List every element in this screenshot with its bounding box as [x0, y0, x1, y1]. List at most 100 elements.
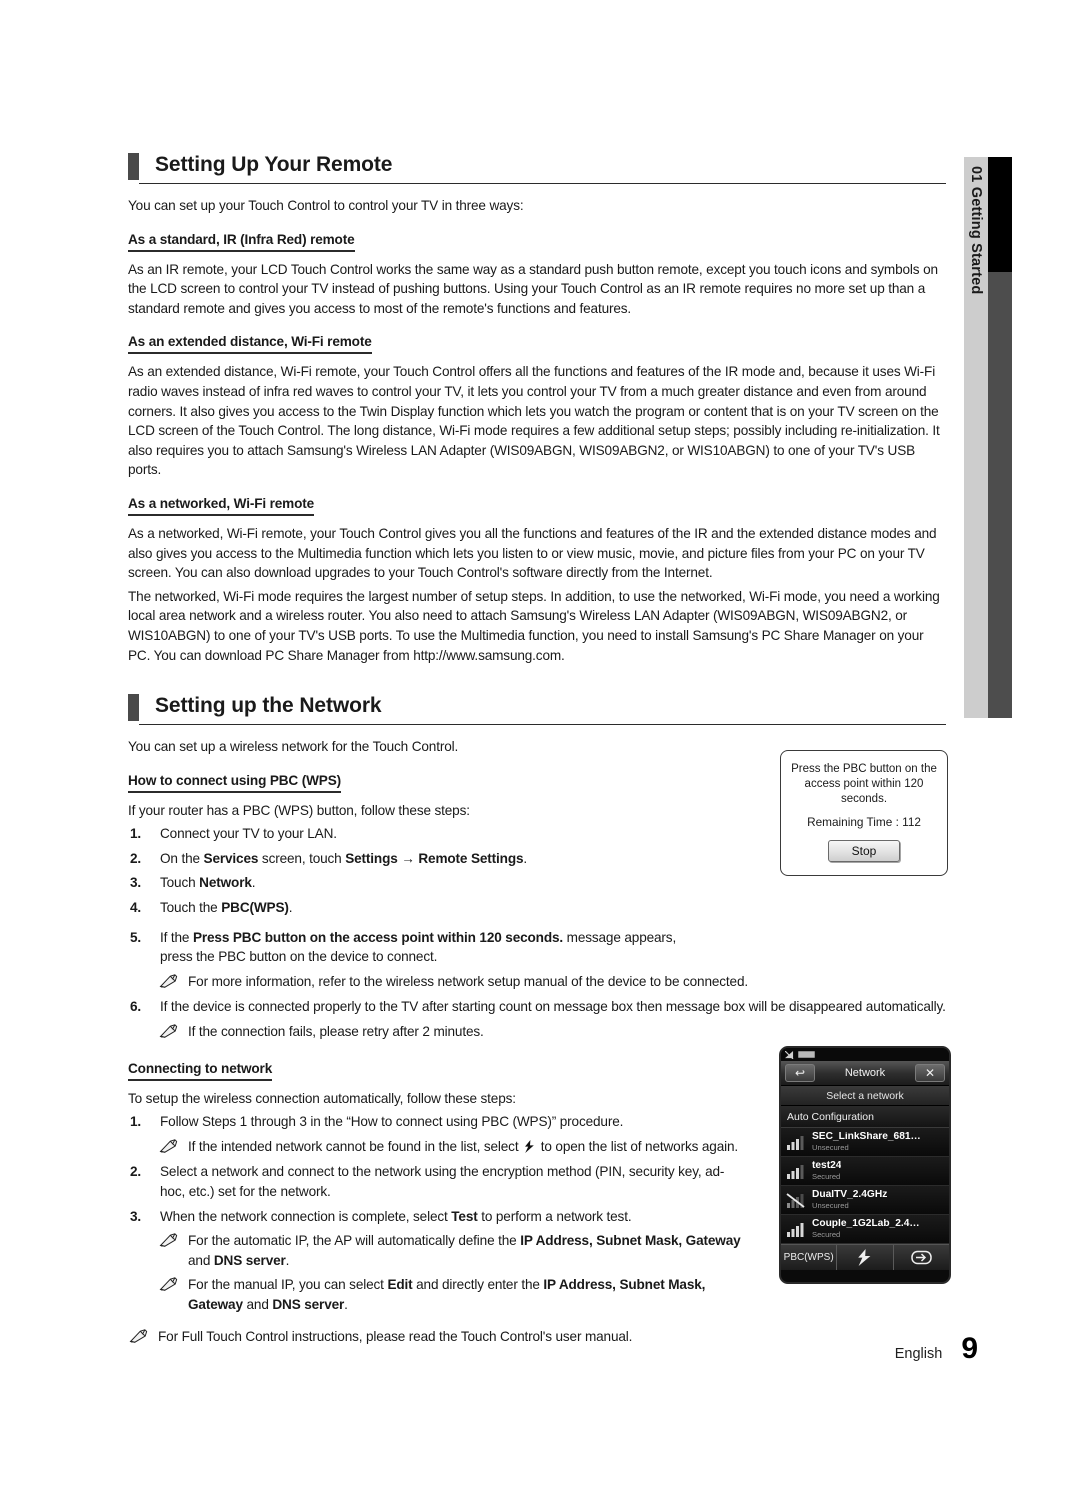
list-item: 1. Connect your TV to your LAN. [128, 824, 748, 844]
section-title-network: Setting up the Network [155, 694, 382, 718]
list-item[interactable]: test24 Secured [781, 1157, 949, 1186]
refresh-bolt-icon [525, 1139, 534, 1153]
heading-rule [139, 723, 946, 726]
subheading-ir: As a standard, IR (Infra Red) remote [128, 231, 355, 252]
step-number: 6. [130, 999, 142, 1015]
pencil-icon [159, 974, 178, 988]
subheading-extended-wrap: As an extended distance, Wi-Fi remote [128, 333, 946, 355]
paragraph-ir: As an IR remote, your LCD Touch Control … [128, 261, 938, 316]
signal-bars-icon [787, 1164, 804, 1179]
close-button[interactable]: ✕ [915, 1064, 945, 1082]
list-item: 3. When the network connection is comple… [128, 1207, 748, 1227]
network-info: Couple_1G2Lab_2.4… Secured [812, 1219, 920, 1239]
heading-marker [128, 694, 139, 722]
subheading-networked: As a networked, Wi-Fi remote [128, 495, 314, 516]
list-item: 2. Select a network and connect to the n… [128, 1162, 748, 1201]
step-number: 2. [130, 850, 142, 866]
auto-configuration-item[interactable]: Auto Configuration [781, 1106, 949, 1128]
network-info: test24 Secured [812, 1161, 841, 1181]
pbc-dialog-remaining-time: Remaining Time : 112 [807, 815, 921, 829]
device-title-bar: ↩ Network ✕ [781, 1061, 949, 1086]
note-pbc-retry: If the connection fails, please retry af… [158, 1022, 946, 1042]
note-text-a: If the intended network cannot be found … [188, 1138, 519, 1154]
note-text: If the connection fails, please retry af… [188, 1024, 484, 1040]
pencil-icon [159, 1277, 178, 1292]
manual-page: 01 Getting Started Setting Up Your Remot… [0, 0, 1080, 1494]
subheading-connecting: Connecting to network [128, 1060, 272, 1081]
step-text: When the network connection is complete,… [160, 1208, 632, 1224]
network-name: Couple_1G2Lab_2.4… [812, 1219, 920, 1230]
note-text: For more information, refer to the wirel… [188, 973, 749, 989]
section-heading-remote: Setting Up Your Remote [128, 150, 946, 188]
step-text: If the device is connected properly to t… [160, 999, 946, 1015]
network-info: DualTV_2.4GHz Unsecured [812, 1190, 887, 1210]
list-item[interactable]: SEC_LinkShare_681… Unsecured [781, 1128, 949, 1157]
refresh-bolt-icon [858, 1249, 871, 1266]
network-info: SEC_LinkShare_681… Unsecured [812, 1132, 921, 1152]
device-status-bar [781, 1048, 949, 1061]
network-list: SEC_LinkShare_681… Unsecured test24 Secu… [781, 1128, 949, 1244]
pencil-icon [159, 1139, 178, 1153]
note-text-b: to open the list of networks again. [540, 1138, 739, 1154]
list-item: 4. Touch the PBC(WPS). [128, 898, 748, 918]
list-item: 6. If the device is connected properly t… [128, 997, 946, 1017]
side-tab-current-chapter-marker [988, 157, 1012, 272]
subheading-extended: As an extended distance, Wi-Fi remote [128, 333, 372, 355]
step-text: Select a network and connect to the netw… [160, 1164, 725, 1199]
pencil-icon [129, 1328, 148, 1343]
note-manual-ip: For the manual IP, you can select Edit a… [158, 1275, 758, 1314]
heading-marker [128, 153, 139, 180]
list-item[interactable]: Couple_1G2Lab_2.4… Secured [781, 1215, 949, 1244]
side-tab-text: 01 Getting Started [964, 157, 988, 718]
footer-page-number: 9 [961, 1332, 978, 1365]
back-button[interactable]: ↩ [785, 1064, 815, 1082]
step-text: If the Press PBC button on the access po… [160, 929, 677, 965]
side-tab-label: 01 Getting Started [968, 166, 984, 295]
pencil-icon [159, 1233, 178, 1247]
step-number: 3. [130, 875, 142, 891]
chapter-side-tab: 01 Getting Started [964, 157, 1012, 718]
signal-bars-icon [787, 1222, 804, 1237]
step-text: Connect your TV to your LAN. [160, 826, 337, 842]
step-number: 1. [130, 1114, 142, 1130]
pbc-lead: If your router has a PBC (WPS) button, f… [128, 802, 470, 818]
step-number: 5. [130, 929, 142, 945]
step-text: Touch the PBC(WPS). [160, 900, 293, 916]
pbc-message-dialog: Press the PBC button on the access point… [780, 750, 948, 876]
step-text: Follow Steps 1 through 3 in the “How to … [160, 1114, 624, 1130]
list-item: 2. On the Services screen, touch Setting… [128, 849, 748, 869]
step-number: 2. [130, 1164, 142, 1180]
stop-button[interactable]: Stop [828, 840, 900, 862]
step-number: 3. [130, 1208, 142, 1224]
battery-icon [798, 1051, 815, 1058]
subheading-ir-wrap: As a standard, IR (Infra Red) remote [128, 231, 946, 252]
pbc-dialog-message: Press the PBC button on the access point… [791, 763, 937, 805]
note-text: For the manual IP, you can select Edit a… [188, 1277, 706, 1312]
pbc-wps-button[interactable]: PBC(WPS) [781, 1245, 836, 1270]
list-item[interactable]: DualTV_2.4GHz Unsecured [781, 1186, 949, 1215]
signal-bars-crossed-icon [786, 1192, 805, 1208]
network-security: Secured [812, 1229, 841, 1239]
device-subtitle: Select a network [781, 1086, 949, 1106]
note-text: For the automatic IP, the AP will automa… [188, 1233, 741, 1268]
paragraph-networked-1: As a networked, Wi-Fi remote, your Touch… [128, 525, 937, 581]
enter-button[interactable] [892, 1245, 949, 1270]
network-security: Unsecured [812, 1200, 849, 1210]
note-automatic-ip: For the automatic IP, the AP will automa… [158, 1231, 758, 1270]
step-number: 4. [130, 900, 142, 916]
subheading-pbc: How to connect using PBC (WPS) [128, 772, 341, 793]
paragraph-extended: As an extended distance, Wi-Fi remote, y… [128, 364, 940, 478]
list-item: 1. Follow Steps 1 through 3 in the “How … [128, 1112, 748, 1132]
refresh-networks-button[interactable] [836, 1245, 892, 1270]
section-heading-network: Setting up the Network [128, 691, 946, 729]
network-name: test24 [812, 1161, 842, 1172]
step-number: 1. [130, 826, 142, 842]
enter-arrow-icon [911, 1250, 932, 1265]
pbc-steps-list-cont: 6. If the device is connected properly t… [128, 997, 946, 1017]
device-footer-bar: PBC(WPS) [781, 1244, 949, 1270]
note-pbc-more-info: For more information, refer to the wirel… [158, 972, 946, 992]
note-text: For Full Touch Control instructions, ple… [158, 1328, 633, 1344]
step-text: Touch Network. [160, 875, 256, 891]
footer-language: English [894, 1346, 943, 1362]
heading-rule [139, 182, 946, 184]
